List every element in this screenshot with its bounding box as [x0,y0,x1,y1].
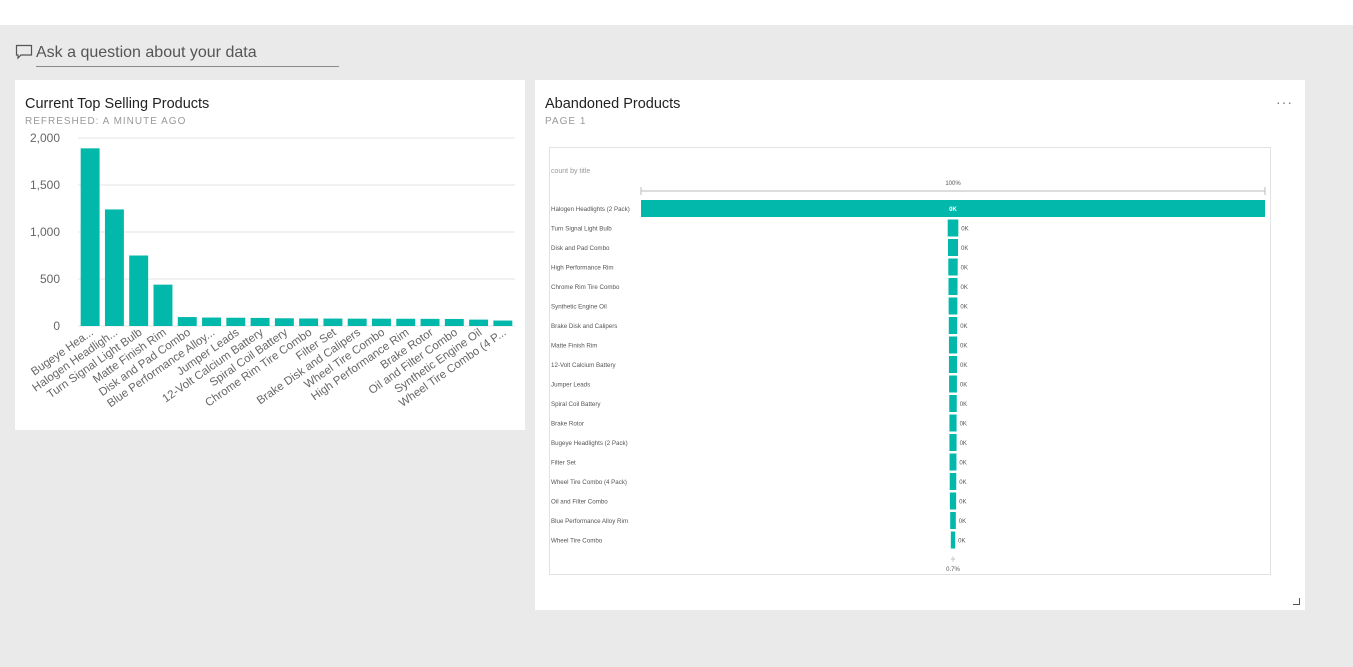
funnel-data-label: 0K [959,461,966,467]
bar-chart: 05001,0001,5002,000Bugeye Hea...Halogen … [29,131,515,410]
funnel-data-label: 0K [960,344,967,350]
top-selling-tile[interactable]: Current Top Selling Products REFRESHED: … [15,80,525,430]
funnel-data-label: 0K [960,324,967,330]
funnel-category-label: Filter Set [551,460,576,467]
funnel-data-label: 0K [960,305,967,311]
funnel-bar [949,434,957,451]
funnel-category-label: Oil and Filter Combo [551,499,608,506]
bar [153,284,173,326]
funnel-category-label: Brake Rotor [551,421,584,428]
funnel-frame: count by title 100% Halogen Headlights (2 … [549,147,1271,575]
y-tick-label: 500 [40,272,60,286]
funnel-bar [948,239,958,256]
funnel-data-label: 0K [960,363,967,369]
funnel-data-label: 0K [958,539,965,545]
funnel-data-label: 0K [959,519,966,525]
funnel-category-label: Spiral Coil Battery [551,401,601,408]
tile-subtitle: REFRESHED: A MINUTE AGO [25,116,187,127]
tile-title: Abandoned Products [545,96,681,112]
funnel-bar [949,492,957,510]
bar [104,209,124,326]
y-tick-label: 1,500 [30,178,60,192]
funnel-chart: count by title 100% Halogen Headlights (2 … [551,168,1266,573]
funnel-category-label: Disk and Pad Combo [551,245,610,252]
more-options-button[interactable]: ··· [1276,94,1293,110]
funnel-category-label: Halogen Headlights (2 Pack) [551,206,630,213]
top-percent-label: 100% [945,181,961,187]
funnel-bar [948,356,958,373]
funnel-data-label: 0K [961,246,968,252]
funnel-bar [948,336,958,354]
funnel-category-label: Jumper Leads [551,382,590,389]
funnel-data-label: 0K [960,402,967,408]
bottom-percent-label: 0.7% [946,567,960,573]
top-bar [0,0,1353,25]
funnel-category-label: Wheel Tire Combo (4 Pack) [551,479,627,486]
bar [80,148,100,326]
bar [250,317,270,326]
bar [202,317,221,326]
y-tick-label: 1,000 [30,225,60,239]
funnel-data-label: 0K [960,422,967,428]
funnel-category-label: High Performance Rim [551,265,614,272]
bar [493,320,513,326]
funnel-bar [948,297,958,315]
funnel-axis-label: count by title [551,168,590,175]
funnel-category-label: Blue Performance Alloy Rim [551,518,628,525]
funnel-category-label: Turn Signal Light Bulb [551,226,612,233]
bar [226,317,246,326]
abandoned-products-tile[interactable]: Abandoned Products PAGE 1 ··· count by t… [535,80,1305,610]
funnel-bar [949,375,957,393]
funnel-data-label: 0K [959,480,966,486]
bar [372,318,391,326]
y-tick-label: 0 [53,319,60,333]
resize-handle[interactable] [1293,598,1300,605]
funnel-bar [949,395,957,412]
funnel-data-label: 0K [961,227,968,233]
qa-box [15,40,340,68]
funnel-category-label: Bugeye Headlights (2 Pack) [551,440,628,447]
funnel-data-label: 0K [949,207,957,213]
funnel-category-label: Chrome Rim Tire Combo [551,284,620,291]
bar [347,318,367,326]
y-tick-label: 2,000 [30,131,60,145]
funnel-category-label: 12-Volt Calcium Battery [551,362,617,369]
funnel-data-label: 0K [960,383,967,389]
funnel-bar [947,219,959,237]
bar [177,317,197,326]
funnel-bar [949,473,957,490]
funnel-bar [948,317,958,334]
qa-input[interactable] [36,40,339,67]
funnel-bar [948,258,958,276]
funnel-data-label: 0K [961,285,968,291]
bar [469,319,489,326]
funnel-bar [949,453,957,471]
bar [274,318,294,326]
funnel-data-label: 0K [960,441,967,447]
bar [299,318,319,326]
bar [420,318,440,326]
funnel-bar [949,414,957,432]
funnel-bar [948,278,958,295]
bar [129,255,149,326]
speech-bubble-icon [15,44,33,60]
tile-subtitle: PAGE 1 [545,116,587,127]
bar [323,318,343,326]
funnel-category-label: Wheel Tire Combo [551,538,603,545]
bar [396,318,416,326]
funnel-data-label: 0K [959,500,966,506]
funnel-data-label: 0K [961,266,968,272]
tile-title: Current Top Selling Products [25,96,210,112]
funnel-bar [950,512,956,529]
bar [444,318,464,326]
funnel-bar [950,531,956,549]
funnel-category-label: Synthetic Engine Oil [551,304,607,311]
funnel-category-label: Matte Finish Rim [551,343,597,350]
funnel-category-label: Brake Disk and Calipers [551,323,617,330]
